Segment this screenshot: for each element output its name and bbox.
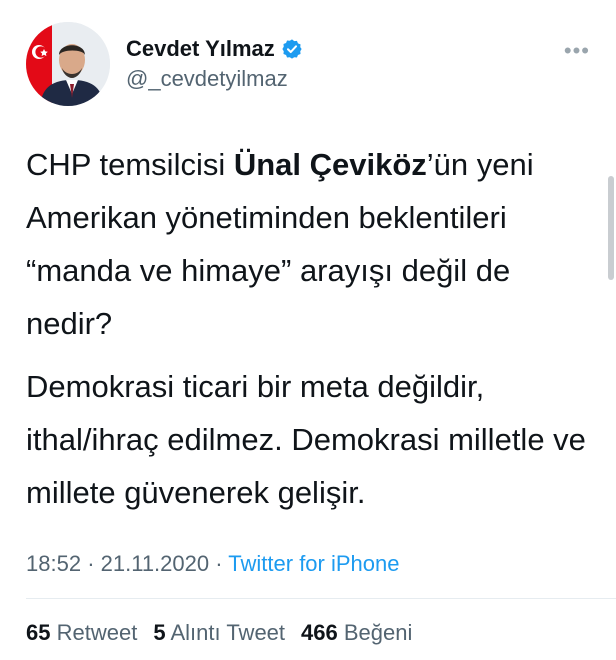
more-options-icon[interactable]: ••• [564, 38, 590, 64]
meta-separator: · [215, 551, 223, 576]
author-display-name[interactable]: Cevdet Yılmaz [126, 36, 275, 62]
scrollbar[interactable] [608, 176, 614, 280]
quotes-count: 5 [153, 620, 166, 645]
retweets-stat[interactable]: 65 Retweet [26, 620, 137, 646]
author-name-row: Cevdet Yılmaz [126, 36, 303, 62]
mentioned-person-bold: Ünal Çeviköz [233, 147, 427, 182]
retweets-label: Retweet [56, 620, 138, 645]
tweet-paragraph-1: CHP temsilcisi Ünal Çeviköz’ün yeni Amer… [26, 138, 592, 350]
author-avatar[interactable] [26, 22, 110, 106]
quote-tweets-stat[interactable]: 5 Alıntı Tweet [153, 620, 285, 646]
author-handle[interactable]: @_cevdetyilmaz [126, 66, 288, 92]
tweet-paragraph-2: Demokrasi ticari bir meta değildir, itha… [26, 369, 586, 510]
quotes-label: Alıntı Tweet [170, 620, 286, 645]
retweets-count: 65 [26, 620, 51, 645]
verified-badge-icon [281, 38, 303, 60]
tweet-stats: 65 Retweet 5 Alıntı Tweet 466 Beğeni [26, 620, 428, 646]
tweet-text-segment: CHP temsilcisi [26, 147, 234, 182]
likes-label: Beğeni [343, 620, 413, 645]
tweet-text: CHP temsilcisi Ünal Çeviköz’ün yeni Amer… [26, 138, 592, 519]
meta-separator: · [87, 551, 95, 576]
tweet-time[interactable]: 18:52 [26, 551, 81, 576]
likes-count: 466 [301, 620, 338, 645]
profile-photo-icon [26, 22, 110, 106]
likes-stat[interactable]: 466 Beğeni [301, 620, 412, 646]
tweet-meta: 18:52 · 21.11.2020 · Twitter for iPhone [26, 551, 399, 577]
divider [26, 598, 616, 599]
tweet-source-link[interactable]: Twitter for iPhone [228, 551, 399, 576]
tweet-header: Cevdet Yılmaz @_cevdetyilmaz ••• [26, 22, 596, 106]
tweet-date[interactable]: 21.11.2020 [101, 551, 209, 576]
